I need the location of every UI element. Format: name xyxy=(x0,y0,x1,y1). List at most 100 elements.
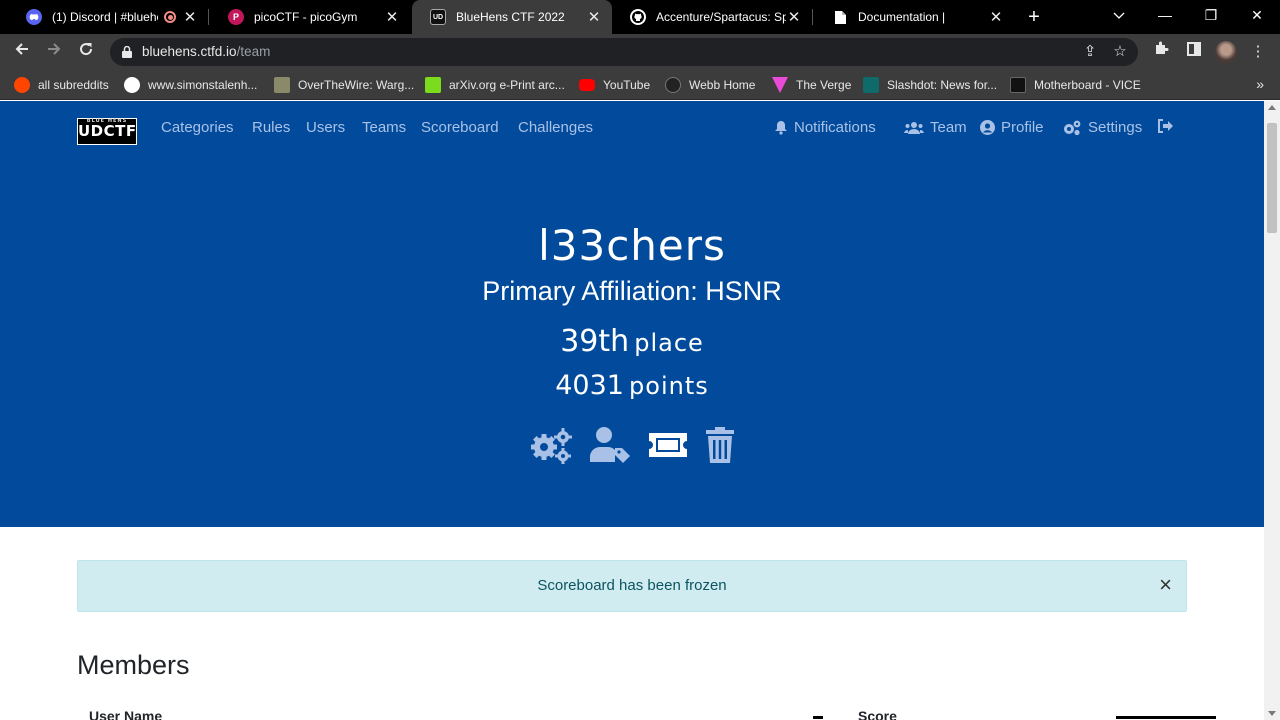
forward-button[interactable] xyxy=(42,40,66,64)
team-header: BLUE HENS UDCTF Categories Rules Users T… xyxy=(0,101,1264,527)
close-icon[interactable]: ✕ xyxy=(182,8,198,26)
nav-settings[interactable]: Settings xyxy=(1062,119,1142,136)
bookmarks-bar: all subreddits www.simonstalenh... OverT… xyxy=(0,70,1280,100)
nav-logout[interactable] xyxy=(1157,119,1180,133)
place-label: place xyxy=(634,329,704,357)
chevron-double-right-icon[interactable]: » xyxy=(1256,76,1264,92)
scroll-up-arrow-icon[interactable] xyxy=(1268,105,1276,110)
webb-icon xyxy=(665,77,681,93)
nav-profile-label: Profile xyxy=(1001,119,1044,136)
alert-text: Scoreboard has been frozen xyxy=(537,577,727,594)
vice-icon xyxy=(1010,77,1026,93)
tab-search-button[interactable] xyxy=(1096,0,1142,30)
trash-icon[interactable] xyxy=(705,426,735,464)
bookmark-item[interactable]: arXiv.org e-Print arc... xyxy=(425,76,565,94)
reload-button[interactable] xyxy=(74,40,98,64)
side-panel-icon[interactable] xyxy=(1182,40,1206,64)
scrollbar-thumb[interactable] xyxy=(1267,123,1277,233)
close-icon[interactable]: ✕ xyxy=(786,8,802,26)
users-icon xyxy=(904,121,924,134)
extensions-icon[interactable] xyxy=(1150,40,1174,64)
address-bar[interactable]: bluehens.ctfd.io/team ⇪ ☆ xyxy=(110,38,1138,66)
bookmark-item[interactable]: Motherboard - VICE xyxy=(1010,76,1141,94)
logo-subtitle: BLUE HENS xyxy=(86,118,128,124)
slashdot-icon xyxy=(863,77,879,93)
nav-notifications[interactable]: Notifications xyxy=(774,119,876,136)
nav-users[interactable]: Users xyxy=(306,119,345,136)
tab-title: (1) Discord | #bluehen xyxy=(52,10,158,24)
bookmark-label: arXiv.org e-Print arc... xyxy=(449,78,565,92)
tab-separator xyxy=(208,9,209,25)
arxiv-icon xyxy=(425,77,441,93)
bookmark-label: The Verge xyxy=(796,78,852,92)
bell-icon xyxy=(775,121,787,135)
team-points: 4031 points xyxy=(0,370,1264,401)
browser-tab[interactable]: Documentation | ✕ xyxy=(814,0,1014,34)
bookmark-label: www.simonstalenh... xyxy=(148,78,258,92)
verge-icon xyxy=(772,77,788,93)
nav-profile[interactable]: Profile xyxy=(980,119,1044,136)
bookmark-item[interactable]: YouTube xyxy=(579,76,650,94)
share-icon[interactable]: ⇪ xyxy=(1080,42,1100,62)
ticket-icon[interactable] xyxy=(649,426,687,464)
nav-rules[interactable]: Rules xyxy=(252,119,290,136)
reload-icon xyxy=(80,43,93,56)
nav-categories[interactable]: Categories xyxy=(161,119,234,136)
globe-icon xyxy=(124,77,140,93)
browser-tab[interactable]: P picoCTF - picoGym ✕ xyxy=(210,0,410,34)
lock-icon xyxy=(122,46,132,58)
user-tag-icon[interactable] xyxy=(589,426,633,464)
team-settings-icon[interactable] xyxy=(529,426,573,464)
nav-scoreboard[interactable]: Scoreboard xyxy=(421,119,499,136)
close-icon[interactable]: × xyxy=(1159,561,1172,609)
picoctf-icon: P xyxy=(228,9,244,25)
browser-tab[interactable]: Accenture/Spartacus: Spa ✕ xyxy=(612,0,813,34)
close-icon[interactable]: ✕ xyxy=(586,8,602,26)
browser-tab-active[interactable]: UD BlueHens CTF 2022 ✕ xyxy=(412,0,612,34)
nav-teams[interactable]: Teams xyxy=(362,119,406,136)
bookmark-item[interactable]: OverTheWire: Warg... xyxy=(274,76,414,94)
tab-separator xyxy=(812,9,813,25)
profile-avatar[interactable] xyxy=(1215,41,1237,63)
members-heading: Members xyxy=(77,650,190,680)
browser-tab-bar: (1) Discord | #bluehen ✕ P picoCTF - pic… xyxy=(0,0,1280,34)
restore-button[interactable]: ❐ xyxy=(1188,0,1234,30)
url-text: bluehens.ctfd.io/team xyxy=(142,44,270,59)
document-icon xyxy=(832,9,848,25)
close-icon[interactable]: ✕ xyxy=(384,8,400,26)
bookmark-item[interactable]: Slashdot: News for... xyxy=(863,76,997,94)
back-button[interactable] xyxy=(10,40,34,64)
bookmark-item[interactable]: The Verge xyxy=(772,76,851,94)
close-window-button[interactable]: ✕ xyxy=(1234,0,1280,30)
bookmark-label: all subreddits xyxy=(38,78,109,92)
site-logo[interactable]: BLUE HENS UDCTF xyxy=(77,118,137,145)
nav-settings-label: Settings xyxy=(1088,119,1143,136)
menu-icon[interactable]: ⋮ xyxy=(1246,40,1270,64)
bookmark-item[interactable]: www.simonstalenh... xyxy=(124,76,257,94)
nav-notifications-label: Notifications xyxy=(794,119,876,136)
nav-team[interactable]: Team xyxy=(904,119,967,136)
tab-title: picoCTF - picoGym xyxy=(254,10,358,24)
column-header-username[interactable]: User Name xyxy=(89,708,162,720)
points-number: 4031 xyxy=(555,370,624,401)
page-scrollbar[interactable] xyxy=(1264,101,1280,720)
recording-icon xyxy=(164,11,176,23)
points-label: points xyxy=(629,372,709,400)
bookmark-item[interactable]: all subreddits xyxy=(14,76,109,94)
close-icon[interactable]: ✕ xyxy=(988,8,1004,26)
team-name: l33chers xyxy=(538,221,726,270)
column-header-score[interactable]: Score xyxy=(858,708,897,720)
youtube-icon xyxy=(579,79,595,91)
star-icon[interactable]: ☆ xyxy=(1110,42,1130,62)
nav-challenges[interactable]: Challenges xyxy=(518,119,593,136)
arrow-right-icon xyxy=(48,43,61,55)
bookmark-label: Webb Home xyxy=(689,78,756,92)
scroll-down-arrow-icon[interactable] xyxy=(1268,711,1276,716)
new-tab-button[interactable]: + xyxy=(1022,5,1046,29)
browser-tab[interactable]: (1) Discord | #bluehen ✕ xyxy=(8,0,209,34)
team-place: 39th place xyxy=(0,324,1264,359)
bookmark-item[interactable]: Webb Home xyxy=(665,76,755,94)
minimize-button[interactable]: — xyxy=(1142,0,1188,30)
scoreboard-frozen-alert: Scoreboard has been frozen × xyxy=(77,560,1187,612)
tab-title: Accenture/Spartacus: Spa xyxy=(656,10,786,24)
